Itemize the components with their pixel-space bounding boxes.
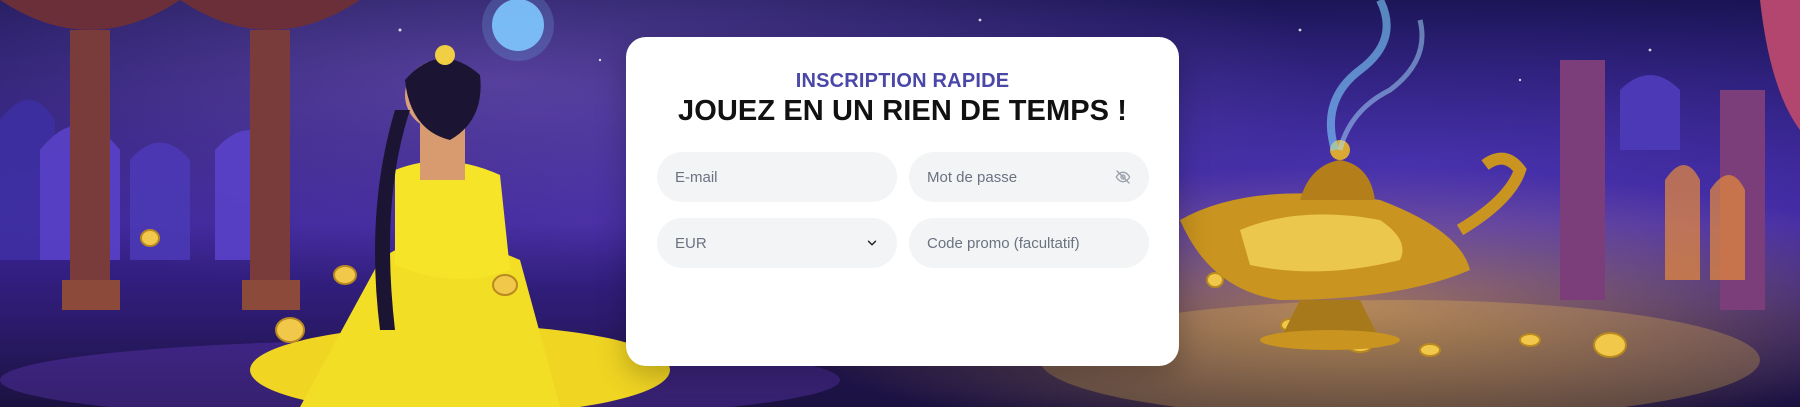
hero-banner: INSCRIPTION RAPIDE JOUEZ EN UN RIEN DE T… <box>0 0 1800 407</box>
promo-code-placeholder: Code promo (facultatif) <box>927 234 1080 252</box>
password-field[interactable]: Mot de passe <box>909 152 1149 202</box>
eye-slash-icon[interactable] <box>1115 169 1131 185</box>
password-placeholder: Mot de passe <box>927 168 1018 186</box>
email-field[interactable]: E-mail <box>657 152 897 202</box>
signup-card: INSCRIPTION RAPIDE JOUEZ EN UN RIEN DE T… <box>626 37 1179 366</box>
email-placeholder: E-mail <box>675 168 718 186</box>
signup-headline: JOUEZ EN UN RIEN DE TEMPS ! <box>677 95 1128 127</box>
currency-value: EUR <box>675 234 707 252</box>
currency-select[interactable]: EUR <box>657 218 897 268</box>
signup-kicker: INSCRIPTION RAPIDE <box>795 70 1010 92</box>
chevron-down-icon <box>867 240 877 246</box>
promo-code-field[interactable]: Code promo (facultatif) <box>909 218 1149 268</box>
